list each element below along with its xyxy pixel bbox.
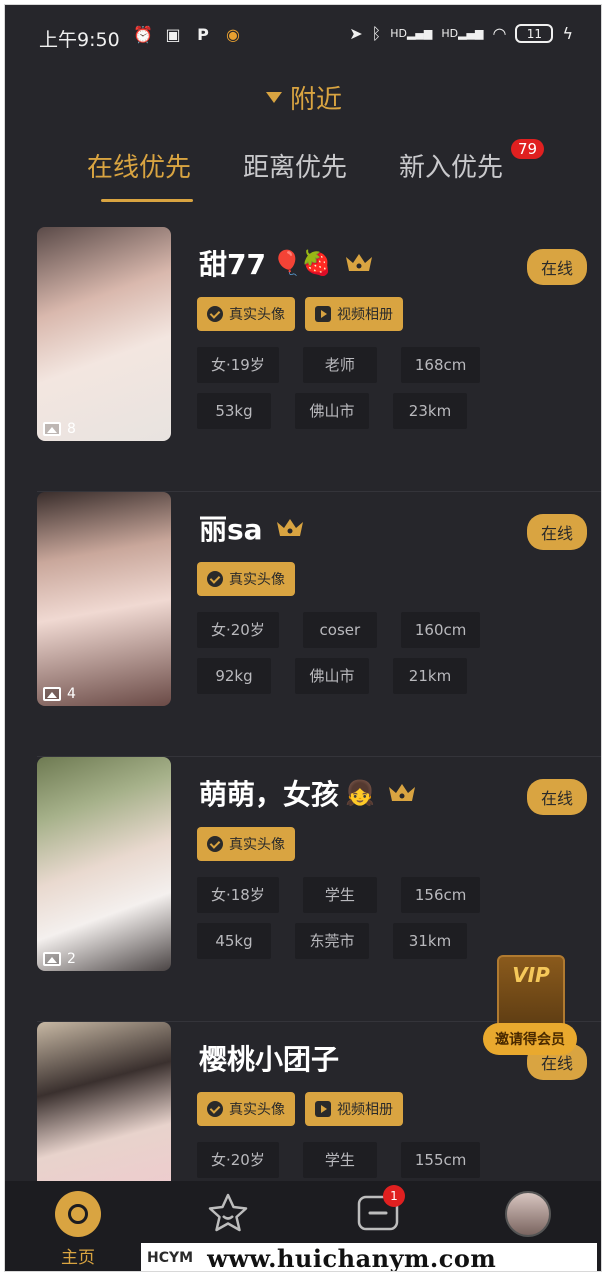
tag-weight: 92kg [197,658,271,694]
tag-occupation: 老师 [302,347,377,383]
status-bar: 上午9:50 ⏰ ▣ P ◉ ➤ ᛒ HD▂▄▆ HD▂▄▆ ◠ 11 ϟ [5,5,601,67]
tab-new-first[interactable]: 新入优先 [399,147,503,184]
battery-indicator: 11 [515,24,554,43]
watermark: HCYM www.huichanym.com [141,1243,597,1272]
nav-home-label: 主页 [61,1248,95,1268]
user-card[interactable]: 4 丽sa 在线 真实头像 女·20岁 coser 160cm 92kg 佛山市… [5,492,601,757]
avatar-icon [505,1191,551,1237]
verified-avatar-badge: 真实头像 [197,1092,295,1126]
user-card[interactable]: 8 甜77 🎈🍓 在线 真实头像 视频相册 女·19岁 老师 168cm 53kg… [5,227,601,492]
tag-height: 160cm [400,612,481,648]
tag-height: 168cm [400,347,481,383]
dropdown-triangle-icon [265,92,282,103]
tag-gender-age: 女·19岁 [197,347,279,383]
signal-hd-icon: HD▂▄▆ [390,27,433,40]
user-photo[interactable]: 2 [37,757,171,971]
tag-gender-age: 女·20岁 [197,1142,279,1178]
tag-city: 佛山市 [295,658,369,694]
image-icon [43,687,61,701]
user-tags: 女·20岁 coser 160cm 92kg 佛山市 21km [197,612,577,694]
star-face-icon [208,1193,248,1232]
verified-icon [207,1101,223,1117]
tag-distance: 23km [393,393,467,429]
charging-icon: ϟ [562,24,573,43]
sort-tabs: 在线优先 距离优先 新入优先 79 [5,139,601,207]
app-icon: ▣ [165,24,181,44]
verified-icon [207,571,223,587]
crown-icon [345,254,372,271]
user-name: 樱桃小团子 [199,1043,340,1076]
home-icon [55,1191,101,1237]
user-tags: 女·18岁 学生 156cm 45kg 东莞市 31km [197,877,577,959]
nav-profile[interactable] [483,1191,573,1237]
nav-messages[interactable]: 1 [333,1185,423,1237]
verified-avatar-badge: 真实头像 [197,562,295,596]
crown-icon [276,519,303,536]
tab-distance-first[interactable]: 距离优先 [243,147,347,184]
new-count-badge: 79 [511,139,545,159]
photo-count: 2 [43,951,76,967]
verified-avatar-badge: 真实头像 [197,297,295,331]
location-filter-label: 附近 [289,85,342,115]
active-tab-indicator [101,199,193,202]
location-icon: ➤ [349,24,363,43]
tag-city: 佛山市 [295,393,369,429]
record-icon: ◉ [226,24,240,44]
image-icon [43,422,61,436]
status-time: 上午9:50 [39,29,120,51]
user-name: 甜77 🎈🍓 [199,243,374,283]
photo-count: 8 [43,421,76,437]
invite-vip-label: 邀请得会员 [483,1023,577,1055]
user-tags: 女·19岁 老师 168cm 53kg 佛山市 23km [197,347,577,429]
bluetooth-icon: ᛒ [371,24,382,43]
crown-icon [388,784,415,801]
image-icon [43,952,61,966]
verified-avatar-badge: 真实头像 [197,827,295,861]
nav-discover[interactable] [183,1191,273,1241]
name-emoji: 🎈🍓 [271,249,332,277]
video-album-badge: 视频相册 [305,1092,403,1126]
name-emoji: 👧 [345,779,375,807]
tab-online-first[interactable]: 在线优先 [87,147,191,184]
verified-icon [207,306,223,322]
tag-distance: 31km [393,923,467,959]
unread-badge: 1 [383,1185,405,1207]
tag-height: 155cm [400,1142,481,1178]
video-album-badge: 视频相册 [305,297,403,331]
video-icon [315,306,331,322]
nav-home[interactable]: 主页 [33,1191,123,1268]
alarm-icon: ⏰ [133,24,153,44]
signal-hd-icon: HD▂▄▆ [441,27,484,40]
parking-icon: P [197,24,209,44]
tag-gender-age: 女·18岁 [197,877,279,913]
online-status-badge: 在线 [526,514,587,550]
photo-count: 4 [43,686,76,702]
user-name: 萌萌，女孩 👧 [199,773,417,813]
tag-weight: 45kg [197,923,271,959]
user-photo[interactable]: 8 [37,227,171,441]
watermark-url: www.huichanym.com [207,1243,497,1272]
video-icon [315,1101,331,1117]
verified-icon [207,836,223,852]
message-icon: 1 [355,1185,405,1237]
tag-occupation: coser [302,612,377,648]
tag-city: 东莞市 [295,923,369,959]
wifi-icon: ◠ [492,24,507,43]
online-status-badge: 在线 [526,779,587,815]
online-status-badge: 在线 [526,249,587,285]
vip-title: VIP [512,963,550,987]
tag-occupation: 学生 [302,1142,377,1178]
tag-occupation: 学生 [302,877,377,913]
watermark-logo: HCYM [147,1250,194,1266]
app-screen: 上午9:50 ⏰ ▣ P ◉ ➤ ᛒ HD▂▄▆ HD▂▄▆ ◠ 11 ϟ 附近… [4,4,602,1272]
location-filter[interactable]: 附近 [5,79,601,116]
tag-gender-age: 女·20岁 [197,612,279,648]
user-name: 丽sa [199,508,305,548]
tag-distance: 21km [393,658,467,694]
vip-invite-widget[interactable]: VIP 邀请得会员 [483,955,583,1065]
tag-weight: 53kg [197,393,271,429]
user-photo[interactable]: 4 [37,492,171,706]
tag-height: 156cm [400,877,481,913]
